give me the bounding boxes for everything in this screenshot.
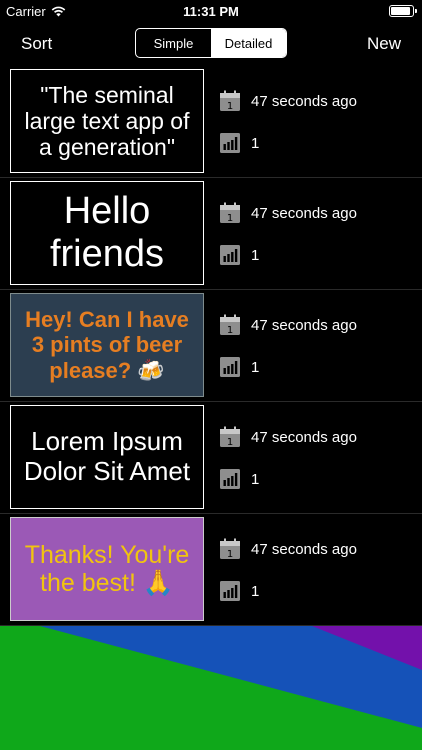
views-meta: 1 xyxy=(219,468,259,490)
segment-detailed[interactable]: Detailed xyxy=(211,29,286,57)
sign-preview[interactable]: Hey! Can I have 3 pints of beer please? … xyxy=(10,293,204,397)
battery-fill xyxy=(391,7,410,15)
calendar-icon: 1 xyxy=(220,538,240,560)
bar-chart-icon xyxy=(220,469,240,489)
bar-chart-icon xyxy=(220,133,240,153)
svg-text:1: 1 xyxy=(227,101,233,112)
view-count-text: 1 xyxy=(251,134,260,152)
date-meta: 1 47 seconds ago xyxy=(219,426,357,448)
battery-icon xyxy=(389,5,417,17)
bar-chart-icon xyxy=(220,357,240,377)
views-meta: 1 xyxy=(219,244,259,266)
view-mode-segmented-control: Simple Detailed xyxy=(135,28,287,58)
calendar-icon: 1 xyxy=(220,314,240,336)
sign-preview[interactable]: Hello friends xyxy=(10,181,204,285)
sign-row[interactable]: Thanks! You're the best! 🙏 1 47 seconds … xyxy=(0,514,422,626)
time-ago-text: 47 seconds ago xyxy=(251,540,357,558)
status-bar: Carrier 11:31 PM xyxy=(0,0,422,22)
view-count-text: 1 xyxy=(251,246,260,264)
time-ago-text: 47 seconds ago xyxy=(251,92,357,110)
svg-text:1: 1 xyxy=(227,549,233,560)
sign-row[interactable]: Hello friends 1 47 seconds ago 1 xyxy=(0,178,422,290)
navigation-bar: Sort Simple Detailed New xyxy=(0,22,422,66)
date-meta: 1 47 seconds ago xyxy=(219,90,357,112)
svg-text:1: 1 xyxy=(227,437,233,448)
sign-text: "The seminal large text app of a generat… xyxy=(24,81,190,161)
status-time: 11:31 PM xyxy=(183,4,239,19)
sign-preview[interactable]: Lorem Ipsum Dolor Sit Amet xyxy=(10,405,204,509)
calendar-icon: 1 xyxy=(220,202,240,224)
date-meta: 1 47 seconds ago xyxy=(219,202,357,224)
views-meta: 1 xyxy=(219,132,259,154)
sign-preview[interactable]: Thanks! You're the best! 🙏 xyxy=(10,517,204,621)
sign-text: Lorem Ipsum Dolor Sit Amet xyxy=(23,426,191,486)
bar-chart-icon xyxy=(220,245,240,265)
sign-row[interactable]: Lorem Ipsum Dolor Sit Amet 1 47 seconds … xyxy=(0,402,422,514)
sign-text: Thanks! You're the best! 🙏 xyxy=(24,540,190,598)
new-button[interactable]: New xyxy=(367,34,401,54)
date-meta: 1 47 seconds ago xyxy=(219,538,357,560)
view-count-text: 1 xyxy=(251,582,260,600)
bar-chart-icon xyxy=(220,581,240,601)
time-ago-text: 47 seconds ago xyxy=(251,428,357,446)
view-count-text: 1 xyxy=(251,470,260,488)
decorative-background xyxy=(0,626,422,750)
sign-row[interactable]: "The seminal large text app of a generat… xyxy=(0,66,422,178)
calendar-icon: 1 xyxy=(220,90,240,112)
sign-text: Hey! Can I have 3 pints of beer please? … xyxy=(25,307,189,383)
views-meta: 1 xyxy=(219,580,259,602)
sign-preview[interactable]: "The seminal large text app of a generat… xyxy=(10,69,204,173)
svg-text:1: 1 xyxy=(227,213,233,224)
sort-button[interactable]: Sort xyxy=(21,34,52,54)
calendar-icon: 1 xyxy=(220,426,240,448)
time-ago-text: 47 seconds ago xyxy=(251,316,357,334)
sign-row[interactable]: Hey! Can I have 3 pints of beer please? … xyxy=(0,290,422,402)
sign-text: Hello friends xyxy=(49,189,165,275)
sign-list: "The seminal large text app of a generat… xyxy=(0,66,422,626)
time-ago-text: 47 seconds ago xyxy=(251,204,357,222)
segment-simple[interactable]: Simple xyxy=(136,29,211,57)
view-count-text: 1 xyxy=(251,358,260,376)
svg-text:1: 1 xyxy=(227,325,233,336)
views-meta: 1 xyxy=(219,356,259,378)
date-meta: 1 47 seconds ago xyxy=(219,314,357,336)
